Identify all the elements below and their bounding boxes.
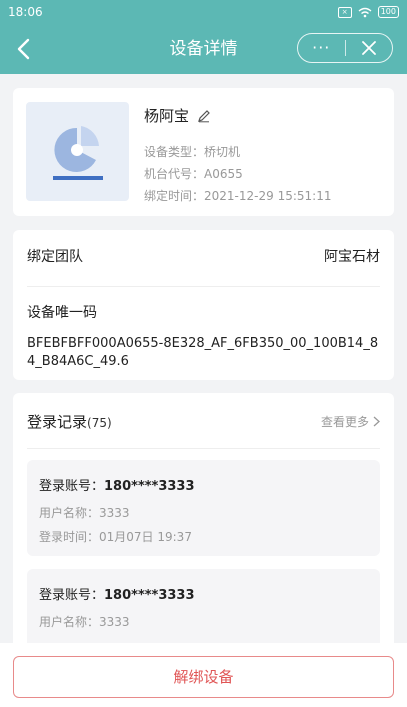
login-record-item[interactable]: 登录账号：180****3333 用户名称：3333 <box>27 569 380 643</box>
disc-saw-icon <box>53 126 103 180</box>
edit-icon[interactable] <box>197 109 211 123</box>
device-type-label: 设备类型： <box>144 145 205 159</box>
more-button[interactable]: ··· <box>298 34 345 62</box>
divider <box>27 286 380 287</box>
device-card: 杨阿宝 设备类型：桥切机 机台代号：A0655 绑定时间：2021-12-29 … <box>13 88 394 216</box>
status-bar: 18:06 × 100 <box>0 0 407 24</box>
chevron-left-icon <box>17 38 30 60</box>
bound-team-value: 阿宝石材 <box>324 249 380 265</box>
record-account-value: 180****3333 <box>104 479 195 494</box>
record-user-label: 用户名称： <box>39 506 100 520</box>
bind-time-value: 2021-12-29 15:51:11 <box>204 189 332 203</box>
login-records-card: 登录记录(75) 查看更多 登录账号：180****3333 用户名称：3333… <box>13 393 394 643</box>
record-user-label: 用户名称： <box>39 615 100 629</box>
back-button[interactable] <box>8 32 38 66</box>
record-user-row: 用户名称：3333 <box>39 613 130 630</box>
device-uid-value: BFEBFBFF000A0655-8E328_AF_6FB350_00_100B… <box>27 336 379 369</box>
status-icons: × 100 <box>337 6 399 18</box>
record-account-row: 登录账号：180****3333 <box>39 475 195 494</box>
device-image <box>26 102 129 201</box>
record-user-row: 用户名称：3333 <box>39 504 130 521</box>
view-more-link[interactable]: 查看更多 <box>321 413 380 430</box>
record-user-value: 3333 <box>99 615 130 629</box>
sim-icon: × <box>337 6 352 18</box>
status-time: 18:06 <box>8 5 43 19</box>
device-name: 杨阿宝 <box>144 107 190 125</box>
device-type-value: 桥切机 <box>204 145 241 159</box>
wifi-icon <box>358 7 372 17</box>
device-bind-time-row: 绑定时间：2021-12-29 15:51:11 <box>144 187 331 204</box>
bind-time-label: 绑定时间： <box>144 189 205 203</box>
battery-icon: 100 <box>377 6 399 18</box>
record-time-label: 登录时间： <box>39 530 100 544</box>
login-records-title: 登录记录 <box>27 413 88 431</box>
device-uid-label: 设备唯一码 <box>27 305 97 321</box>
record-account-label: 登录账号： <box>39 588 105 603</box>
team-card: 绑定团队 阿宝石材 设备唯一码 BFEBFBFF000A0655-8E328_A… <box>13 230 394 380</box>
record-account-value: 180****3333 <box>104 588 195 603</box>
record-user-value: 3333 <box>99 506 130 520</box>
device-code-value: A0655 <box>204 167 243 181</box>
device-name-row: 杨阿宝 <box>144 105 211 126</box>
close-button[interactable] <box>346 34 393 62</box>
device-code-label: 机台代号： <box>144 167 205 181</box>
login-records-header: 登录记录(75) 查看更多 <box>27 411 380 432</box>
record-account-label: 登录账号： <box>39 479 105 494</box>
bound-team-label: 绑定团队 <box>27 249 83 265</box>
divider <box>27 448 380 449</box>
device-type-row: 设备类型：桥切机 <box>144 143 240 160</box>
login-record-item[interactable]: 登录账号：180****3333 用户名称：3333 登录时间：01月07日 1… <box>27 460 380 556</box>
login-records-count: (75) <box>87 416 112 430</box>
unbind-device-button[interactable]: 解绑设备 <box>13 656 394 698</box>
nav-bar: 设备详情 ··· <box>0 24 407 74</box>
capsule-menu: ··· <box>297 33 393 63</box>
bottom-action-bar: 解绑设备 <box>0 643 407 707</box>
close-icon <box>361 41 376 55</box>
record-time-value: 01月07日 19:37 <box>99 530 192 544</box>
record-account-row: 登录账号：180****3333 <box>39 584 195 603</box>
record-time-row: 登录时间：01月07日 19:37 <box>39 528 192 545</box>
chevron-right-icon <box>373 416 380 427</box>
view-more-label: 查看更多 <box>320 415 369 429</box>
bound-team-row: 绑定团队 阿宝石材 <box>27 246 380 266</box>
device-code-row: 机台代号：A0655 <box>144 165 243 182</box>
